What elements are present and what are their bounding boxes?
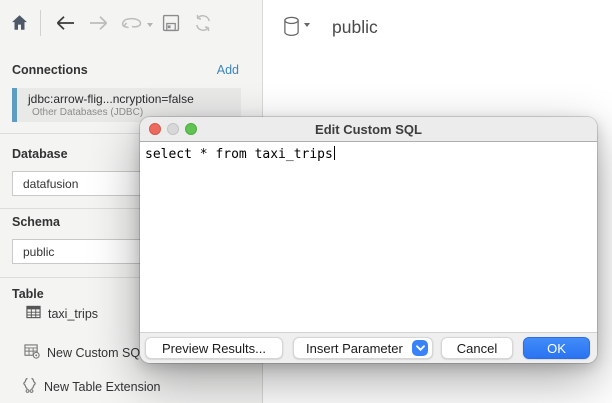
connections-label: Connections xyxy=(12,63,88,77)
canvas-header: public xyxy=(283,14,378,42)
database-select-value: datafusion xyxy=(23,177,78,191)
database-label: Database xyxy=(12,147,68,161)
forward-arrow-icon[interactable] xyxy=(88,15,109,31)
zoom-window-icon[interactable] xyxy=(185,123,197,135)
toolbar-divider xyxy=(40,10,41,36)
connection-title: jdbc:arrow-flig...ncryption=false xyxy=(28,92,241,106)
database-cylinder-icon[interactable] xyxy=(283,16,300,42)
new-custom-sql-item[interactable]: New Custom SQL xyxy=(24,344,147,362)
table-item-label: taxi_trips xyxy=(48,307,98,321)
dialog-titlebar[interactable]: Edit Custom SQL xyxy=(140,117,597,142)
schema-label: Schema xyxy=(12,215,60,229)
dialog-footer: Preview Results... Insert Parameter Canc… xyxy=(140,332,597,363)
table-item-taxi-trips[interactable]: taxi_trips xyxy=(26,305,98,322)
table-grid-icon xyxy=(26,305,41,322)
ok-button[interactable]: OK xyxy=(523,337,590,359)
insert-parameter-button[interactable]: Insert Parameter xyxy=(293,337,433,359)
add-connection-link[interactable]: Add xyxy=(217,63,239,77)
canvas-title: public xyxy=(332,17,378,38)
back-arrow-icon[interactable] xyxy=(55,15,76,31)
schema-select-value: public xyxy=(23,245,54,259)
table-item-label: New Table Extension xyxy=(44,380,161,394)
table-extension-icon xyxy=(22,377,37,396)
traffic-lights xyxy=(149,123,197,135)
close-window-icon[interactable] xyxy=(149,123,161,135)
new-table-extension-item[interactable]: New Table Extension xyxy=(22,377,161,396)
table-item-label: New Custom SQL xyxy=(47,346,147,360)
refresh-icon[interactable] xyxy=(193,13,213,33)
chevron-down-icon[interactable] xyxy=(412,340,428,356)
text-cursor xyxy=(334,146,336,160)
table-label: Table xyxy=(12,287,44,301)
preview-results-button[interactable]: Preview Results... xyxy=(145,337,283,359)
dialog-title: Edit Custom SQL xyxy=(140,122,597,137)
redo-dropdown-caret-icon[interactable] xyxy=(147,23,153,27)
tableau-datasource-window: Connections Add jdbc:arrow-flig...ncrypt… xyxy=(0,0,612,403)
save-icon[interactable] xyxy=(162,14,180,32)
edit-custom-sql-dialog: Edit Custom SQL select * from taxi_trips… xyxy=(140,117,597,363)
toolbar xyxy=(0,0,263,45)
redo-icon[interactable] xyxy=(120,15,143,30)
table-gear-icon xyxy=(24,344,40,362)
insert-parameter-label: Insert Parameter xyxy=(306,341,403,356)
sql-editor[interactable]: select * from taxi_trips xyxy=(140,142,597,332)
sql-text: select * from taxi_trips xyxy=(145,147,333,162)
minimize-window-icon[interactable] xyxy=(167,123,179,135)
database-dropdown-caret-icon[interactable] xyxy=(304,23,310,27)
home-icon[interactable] xyxy=(11,14,28,31)
cancel-button[interactable]: Cancel xyxy=(441,337,513,359)
